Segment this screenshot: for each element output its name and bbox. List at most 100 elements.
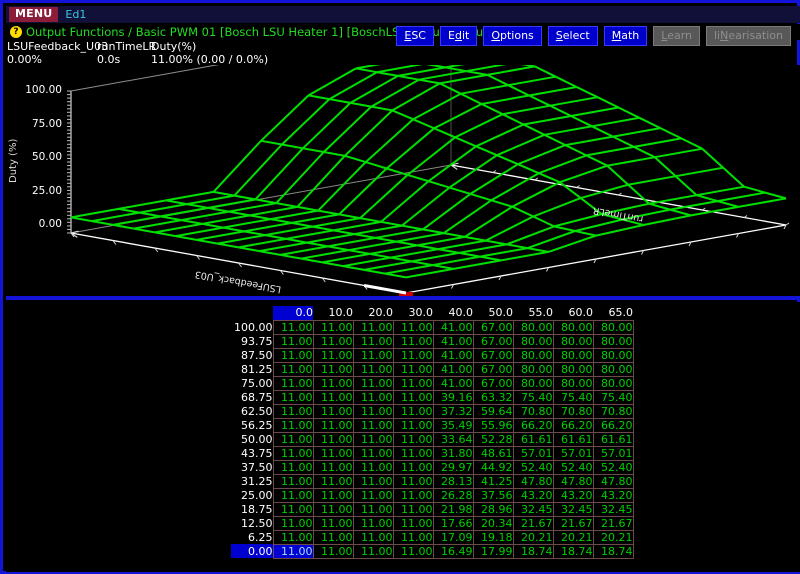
- table-cell[interactable]: 28.96: [472, 501, 514, 517]
- table-cell[interactable]: 52.40: [552, 459, 594, 475]
- table-row[interactable]: 62.50 11.00 11.00 11.00 11.00 37.32 59.64 70.80…: [231, 403, 634, 419]
- table-cell[interactable]: 75.40: [552, 389, 594, 405]
- table-row-header[interactable]: 43.75: [231, 446, 273, 460]
- table-cell[interactable]: 31.80: [432, 445, 474, 461]
- table-cell[interactable]: 17.09: [432, 529, 474, 545]
- table-cell[interactable]: 11.00: [272, 515, 314, 531]
- table-cell[interactable]: 11.00: [392, 431, 434, 447]
- table-cell[interactable]: 80.00: [512, 319, 554, 335]
- table-cell[interactable]: 18.74: [512, 543, 554, 559]
- help-icon[interactable]: ?: [10, 26, 22, 38]
- table-row[interactable]: 6.25 11.00 11.00 11.00 11.00 17.09 19.18 20.21 2…: [231, 529, 634, 545]
- table-cell[interactable]: 80.00: [592, 347, 634, 363]
- table-cell[interactable]: 11.00: [392, 515, 434, 531]
- table-cell[interactable]: 11.00: [352, 529, 394, 545]
- table-column-header[interactable]: 20.0: [353, 306, 393, 320]
- table-cell[interactable]: 11.00: [312, 459, 354, 475]
- table-cell[interactable]: 11.00: [352, 543, 394, 559]
- table-row-header[interactable]: 93.75: [231, 334, 273, 348]
- table-cell[interactable]: 41.00: [432, 333, 474, 349]
- table-cell[interactable]: 55.96: [472, 417, 514, 433]
- table-cell[interactable]: 26.28: [432, 487, 474, 503]
- table-cell[interactable]: 11.00: [392, 417, 434, 433]
- table-cell[interactable]: 11.00: [392, 445, 434, 461]
- table-cell[interactable]: 11.00: [312, 487, 354, 503]
- table-row[interactable]: 43.75 11.00 11.00 11.00 11.00 31.80 48.61 57.01…: [231, 445, 634, 461]
- table-cell[interactable]: 80.00: [552, 361, 594, 377]
- table-cell[interactable]: 39.16: [432, 389, 474, 405]
- table-row-header[interactable]: 87.50: [231, 348, 273, 362]
- table-cell[interactable]: 11.00: [272, 487, 314, 503]
- table-cell[interactable]: 11.00: [392, 543, 434, 559]
- table-row-header[interactable]: 75.00: [231, 376, 273, 390]
- table-cell[interactable]: 80.00: [592, 375, 634, 391]
- table-cell[interactable]: 11.00: [312, 361, 354, 377]
- table-cell[interactable]: 41.00: [432, 361, 474, 377]
- table-cell[interactable]: 11.00: [352, 445, 394, 461]
- table-cell[interactable]: 67.00: [472, 333, 514, 349]
- table-cell[interactable]: 16.49: [432, 543, 474, 559]
- table-column-header[interactable]: 65.0: [593, 306, 633, 320]
- table-cell[interactable]: 17.99: [472, 543, 514, 559]
- table-row[interactable]: 12.50 11.00 11.00 11.00 11.00 17.66 20.34 21.67…: [231, 515, 634, 531]
- table-cell[interactable]: 11.00: [312, 417, 354, 433]
- math-button[interactable]: Math: [603, 26, 648, 46]
- table-row[interactable]: 18.75 11.00 11.00 11.00 11.00 21.98 28.96 32.45…: [231, 501, 634, 517]
- table-row-header[interactable]: 6.25: [231, 530, 273, 544]
- table-cell[interactable]: 35.49: [432, 417, 474, 433]
- data-table-panel[interactable]: 0.0 10.0 20.0 30.0 40.0 50.0 55.0 60.0 65.0 100.0…: [6, 302, 800, 572]
- table-row-header[interactable]: 18.75: [231, 502, 273, 516]
- table-cell[interactable]: 52.40: [592, 459, 634, 475]
- table-cell[interactable]: 80.00: [512, 347, 554, 363]
- table-cell[interactable]: 80.00: [552, 333, 594, 349]
- table-cell[interactable]: 52.28: [472, 431, 514, 447]
- table-row-header[interactable]: 12.50: [231, 516, 273, 530]
- table-cell[interactable]: 47.80: [552, 473, 594, 489]
- table-cell[interactable]: 11.00: [272, 473, 314, 489]
- table-cell[interactable]: 11.00: [272, 319, 314, 335]
- table-row[interactable]: 100.00 11.00 11.00 11.00 11.00 41.00 67.00 80.0…: [231, 319, 634, 335]
- table-cell[interactable]: 19.18: [472, 529, 514, 545]
- table-cell[interactable]: 37.32: [432, 403, 474, 419]
- table-cell[interactable]: 21.67: [512, 515, 554, 531]
- table-row[interactable]: 56.25 11.00 11.00 11.00 11.00 35.49 55.96 66.20…: [231, 417, 634, 433]
- table-cell[interactable]: 11.00: [392, 459, 434, 475]
- table-cell[interactable]: 11.00: [272, 333, 314, 349]
- table-cell[interactable]: 57.01: [592, 445, 634, 461]
- table-cell[interactable]: 21.67: [552, 515, 594, 531]
- table-cell[interactable]: 11.00: [392, 501, 434, 517]
- table-row-header[interactable]: 100.00: [231, 320, 273, 334]
- table-cell[interactable]: 11.00: [352, 459, 394, 475]
- table-cell[interactable]: 11.00: [392, 529, 434, 545]
- table-cell[interactable]: 11.00: [312, 515, 354, 531]
- table-cell[interactable]: 43.20: [512, 487, 554, 503]
- table-cell[interactable]: 11.00: [392, 347, 434, 363]
- table-cell[interactable]: 48.61: [472, 445, 514, 461]
- table-cell[interactable]: 11.00: [352, 431, 394, 447]
- table-cell[interactable]: 80.00: [512, 333, 554, 349]
- table-cell[interactable]: 41.00: [432, 347, 474, 363]
- table-cell[interactable]: 47.80: [512, 473, 554, 489]
- table-cell[interactable]: 11.00: [352, 487, 394, 503]
- table-cell[interactable]: 18.74: [552, 543, 594, 559]
- table-cell[interactable]: 11.00: [392, 375, 434, 391]
- table-row-header[interactable]: 56.25: [231, 418, 273, 432]
- table-row-header[interactable]: 37.50: [231, 460, 273, 474]
- table-cell[interactable]: 41.00: [432, 375, 474, 391]
- table-row[interactable]: 93.75 11.00 11.00 11.00 11.00 41.00 67.00 80.00…: [231, 333, 634, 349]
- table-cell[interactable]: 80.00: [592, 319, 634, 335]
- table-cell[interactable]: 61.61: [592, 431, 634, 447]
- table-cell[interactable]: 75.40: [512, 389, 554, 405]
- table-column-header[interactable]: 30.0: [393, 306, 433, 320]
- table-cell[interactable]: 75.40: [592, 389, 634, 405]
- table-cell[interactable]: 37.56: [472, 487, 514, 503]
- table-row-header[interactable]: 25.00: [231, 488, 273, 502]
- table-column-header[interactable]: 50.0: [473, 306, 513, 320]
- table-cell[interactable]: 20.21: [512, 529, 554, 545]
- table-row[interactable]: 81.25 11.00 11.00 11.00 11.00 41.00 67.00 80.00…: [231, 361, 634, 377]
- table-cell[interactable]: 11.00: [272, 431, 314, 447]
- table-cell[interactable]: 11.00: [312, 403, 354, 419]
- table-cell[interactable]: 57.01: [552, 445, 594, 461]
- table-row-header[interactable]: 31.25: [231, 474, 273, 488]
- table-cell[interactable]: 70.80: [512, 403, 554, 419]
